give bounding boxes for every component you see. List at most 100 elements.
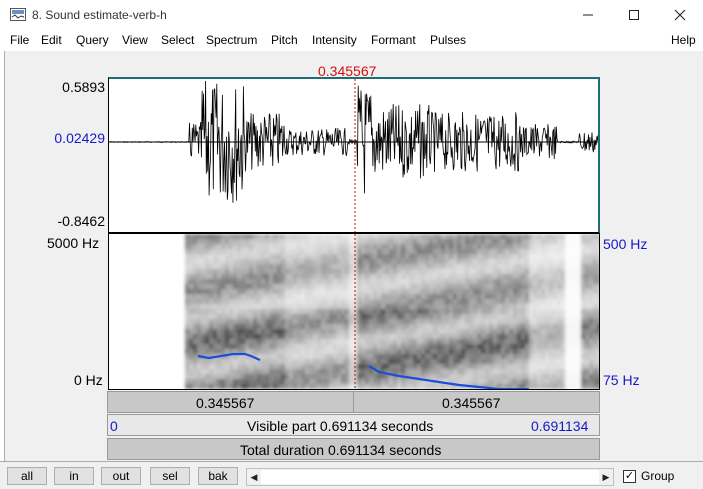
spectrogram-cell [201, 279, 205, 284]
spectrogram-cell [409, 369, 413, 374]
spectrogram-cell [425, 334, 429, 339]
spectrogram-cell [433, 304, 437, 309]
spectrogram-cell [321, 379, 325, 384]
spectrogram-cell [185, 234, 189, 239]
spectrogram-cell [293, 244, 297, 249]
minimize-button[interactable] [565, 0, 611, 30]
spectrogram-cell [597, 279, 599, 284]
show-all-button[interactable]: all [7, 467, 47, 485]
spectrogram-cell [329, 249, 333, 254]
spectrogram-cell [509, 339, 513, 344]
zoom-to-selection-button[interactable]: sel [150, 467, 190, 485]
spectrogram-cell [441, 319, 445, 324]
menu-query[interactable]: Query [76, 33, 109, 47]
spectrogram-cell [573, 314, 577, 319]
spectrogram-cell [465, 339, 469, 344]
zoom-back-button[interactable]: bak [198, 467, 238, 485]
menu-intensity[interactable]: Intensity [312, 33, 357, 47]
spectrogram-cell [241, 279, 245, 284]
spectrogram-cell [437, 344, 441, 349]
spectrogram-cell [589, 294, 593, 299]
selection-time-bar[interactable]: 0.345567 0.345567 [107, 391, 600, 413]
spectrogram-cell [293, 359, 297, 364]
spectrogram-cell [525, 264, 529, 269]
spectrogram-cell [465, 319, 469, 324]
spectrogram-cell [233, 379, 237, 384]
spectrogram-cell [225, 234, 229, 239]
spectrogram-cell [245, 364, 249, 369]
spectrogram-cell [421, 329, 425, 334]
zoom-in-button[interactable]: in [54, 467, 94, 485]
spectrogram-cell [533, 384, 537, 389]
spectrogram-cell [561, 289, 565, 294]
spectrogram-cell [293, 259, 297, 264]
scroll-left-icon[interactable]: ◀ [247, 469, 261, 485]
horizontal-scrollbar[interactable]: ◀ ▶ [246, 468, 614, 486]
spectrogram-cell [321, 309, 325, 314]
spectrogram-cell [565, 354, 569, 359]
spectrogram-cell [265, 239, 269, 244]
menu-pulses[interactable]: Pulses [430, 33, 466, 47]
spectrogram-cell [201, 299, 205, 304]
spectrogram-cell [453, 314, 457, 319]
spectrogram-cell [577, 264, 581, 269]
spectrogram-cell [205, 264, 209, 269]
spectrogram-cell [581, 374, 585, 379]
spectrogram-cell [457, 344, 461, 349]
scrollbar-thumb[interactable] [261, 470, 599, 484]
spectrogram-cell [345, 369, 349, 374]
spectrogram-cell [549, 269, 553, 274]
menu-help[interactable]: Help [671, 33, 696, 47]
spectrogram-cell [401, 314, 405, 319]
spectrogram-cell [369, 339, 373, 344]
spectrogram-cell [457, 269, 461, 274]
spectrogram-cell [457, 284, 461, 289]
spectrogram-cell [413, 384, 417, 389]
spectrogram-cell [581, 284, 585, 289]
spectrogram-cell [361, 294, 365, 299]
menu-view[interactable]: View [122, 33, 148, 47]
zoom-out-button[interactable]: out [101, 467, 141, 485]
spectrogram-cell [325, 334, 329, 339]
spectrogram-cell [185, 334, 189, 339]
spectrogram-panel[interactable] [108, 233, 600, 390]
spectrogram-cell [565, 234, 569, 239]
visible-part-bar[interactable]: 0 Visible part 0.691134 seconds 0.691134 [107, 414, 600, 436]
close-button[interactable] [657, 0, 703, 30]
spectrogram-cell [501, 309, 505, 314]
spectrogram-cell [265, 244, 269, 249]
spectrogram-cell [381, 254, 385, 259]
menu-select[interactable]: Select [161, 33, 194, 47]
spectrogram-cell [245, 384, 249, 389]
waveform-panel[interactable] [108, 77, 600, 233]
menu-spectrum[interactable]: Spectrum [206, 33, 257, 47]
spectrogram-cell [317, 294, 321, 299]
spectrogram-cell [245, 269, 249, 274]
spectrogram-cell [593, 299, 597, 304]
spectrogram-cell [269, 334, 273, 339]
spectrogram-cell [525, 309, 529, 314]
spectrogram-cell [225, 259, 229, 264]
title-bar: 8. Sound estimate-verb-h [0, 0, 703, 30]
spectrogram-cell [553, 309, 557, 314]
spectrogram-cell [393, 314, 397, 319]
scroll-right-icon[interactable]: ▶ [599, 469, 613, 485]
spectrogram-cell [209, 309, 213, 314]
spectrogram-cell [213, 244, 217, 249]
group-checkbox[interactable]: ✓ [623, 470, 636, 483]
maximize-button[interactable] [611, 0, 657, 30]
spectrogram-cell [189, 249, 193, 254]
spectrogram-cell [577, 269, 581, 274]
spectrogram-cell [349, 249, 353, 254]
spectrogram-cell [429, 339, 433, 344]
spectrogram-cell [429, 259, 433, 264]
menu-file[interactable]: File [10, 33, 29, 47]
spectrogram-cell [197, 314, 201, 319]
menu-edit[interactable]: Edit [41, 33, 62, 47]
menu-formant[interactable]: Formant [371, 33, 416, 47]
menu-pitch[interactable]: Pitch [271, 33, 298, 47]
total-duration-bar[interactable]: Total duration 0.691134 seconds [107, 438, 600, 460]
spectrogram-cell [529, 374, 533, 379]
spectrogram-cell [573, 289, 577, 294]
spectrogram-cell [317, 249, 321, 254]
